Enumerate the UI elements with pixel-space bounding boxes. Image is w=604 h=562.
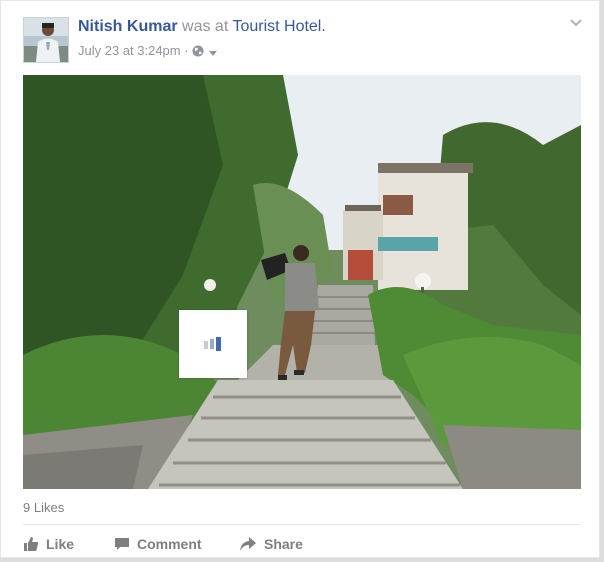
post-photo[interactable] xyxy=(23,75,581,489)
loading-bars-icon xyxy=(204,337,221,351)
share-label: Share xyxy=(264,536,303,552)
avatar-image xyxy=(24,18,68,62)
photo-image xyxy=(23,75,581,489)
timestamp[interactable]: July 23 at 3:24pm xyxy=(78,43,181,58)
chevron-down-icon[interactable] xyxy=(569,18,583,28)
like-button[interactable]: Like xyxy=(23,536,74,552)
likes-count[interactable]: 9 Likes xyxy=(23,500,64,515)
author-name[interactable]: Nitish Kumar xyxy=(78,18,178,35)
photo-loading-indicator xyxy=(179,310,247,378)
place-link[interactable]: Tourist Hotel. xyxy=(232,18,325,35)
avatar[interactable] xyxy=(23,17,69,63)
meta-separator: · xyxy=(184,43,189,58)
thumbs-up-icon xyxy=(24,537,39,551)
actions-divider xyxy=(23,524,581,525)
like-label: Like xyxy=(46,536,75,552)
action-text: was at xyxy=(182,18,229,35)
post-card: Nitish Kumar was at Tourist Hotel. July … xyxy=(0,0,600,558)
globe-icon[interactable] xyxy=(192,45,204,57)
post-header-line: Nitish Kumar was at Tourist Hotel. xyxy=(78,18,326,36)
comment-button[interactable]: Comment xyxy=(114,536,202,552)
share-button[interactable]: Share xyxy=(239,536,303,552)
post-meta: July 23 at 3:24pm · xyxy=(78,43,218,58)
comment-icon xyxy=(115,538,129,550)
audience-dropdown-icon[interactable] xyxy=(208,49,218,57)
comment-label: Comment xyxy=(137,536,202,552)
share-icon xyxy=(240,537,256,551)
